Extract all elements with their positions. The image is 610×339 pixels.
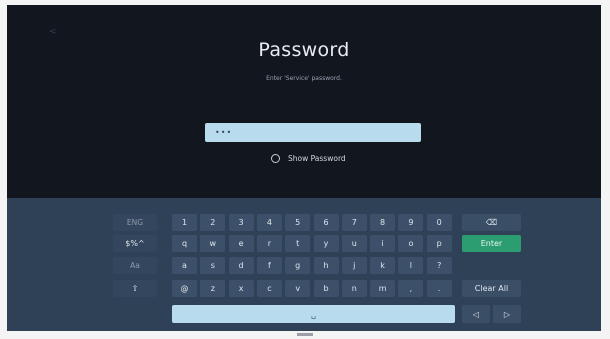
key[interactable]: n [341, 280, 367, 297]
on-screen-keyboard: ENG $%^ Aa ⇧ 1234567890 qwertyuiop asdfghj… [7, 198, 601, 331]
key[interactable]: ? [426, 257, 452, 274]
page-subtitle: Enter 'Service' password. [266, 75, 342, 82]
page-title: Password [258, 39, 350, 61]
brand-logo [297, 333, 313, 336]
key[interactable]: 2 [200, 214, 226, 231]
key[interactable]: 0 [426, 214, 452, 231]
key[interactable]: d [228, 257, 254, 274]
tv-screen: < Password Enter 'Service' password. •••… [7, 5, 601, 331]
key[interactable]: i [370, 235, 396, 252]
key[interactable]: m [370, 280, 396, 297]
symbols-key[interactable]: $%^ [113, 235, 157, 252]
key[interactable]: 4 [256, 214, 282, 231]
key[interactable]: , [398, 280, 424, 297]
key[interactable]: y [313, 235, 339, 252]
key[interactable]: b [313, 280, 339, 297]
key[interactable]: v [285, 280, 311, 297]
key[interactable]: o [398, 235, 424, 252]
key[interactable]: p [426, 235, 452, 252]
key[interactable]: 6 [313, 214, 339, 231]
key[interactable]: l [398, 257, 424, 274]
show-password-label: Show Password [288, 154, 346, 163]
key[interactable]: c [256, 280, 282, 297]
back-indicator: < [49, 27, 57, 37]
radio-icon [271, 154, 280, 163]
space-key[interactable]: ␣ [172, 305, 455, 323]
key[interactable]: j [341, 257, 367, 274]
key[interactable]: 5 [285, 214, 311, 231]
show-password-toggle[interactable]: Show Password [271, 154, 346, 163]
enter-key[interactable]: Enter [462, 235, 521, 252]
key[interactable]: 1 [172, 214, 197, 231]
key[interactable]: w [200, 235, 226, 252]
key[interactable]: s [200, 257, 226, 274]
key[interactable]: k [370, 257, 396, 274]
key[interactable]: u [341, 235, 367, 252]
key[interactable]: g [285, 257, 311, 274]
key[interactable]: t [285, 235, 311, 252]
key[interactable]: . [426, 280, 452, 297]
key[interactable]: z [200, 280, 226, 297]
language-key[interactable]: ENG [113, 214, 157, 231]
key[interactable]: q [172, 235, 197, 252]
tv-bezel: < Password Enter 'Service' password. •••… [0, 0, 610, 339]
key[interactable]: f [256, 257, 282, 274]
key[interactable]: r [256, 235, 282, 252]
key[interactable]: @ [172, 280, 197, 297]
cursor-right-key[interactable]: ▷ [493, 305, 521, 323]
key[interactable]: 7 [341, 214, 367, 231]
password-input[interactable]: ••• [205, 123, 421, 142]
key[interactable]: e [228, 235, 254, 252]
cursor-left-key[interactable]: ◁ [462, 305, 490, 323]
key[interactable]: a [172, 257, 197, 274]
key[interactable]: 3 [228, 214, 254, 231]
key[interactable]: 8 [370, 214, 396, 231]
password-value: ••• [215, 128, 233, 137]
key[interactable]: x [228, 280, 254, 297]
clear-all-key[interactable]: Clear All [462, 280, 521, 297]
backspace-key[interactable]: ⌫ [462, 214, 521, 231]
key[interactable]: 9 [398, 214, 424, 231]
case-key[interactable]: Aa [113, 257, 157, 274]
key[interactable]: h [313, 257, 339, 274]
shift-key[interactable]: ⇧ [113, 280, 157, 297]
